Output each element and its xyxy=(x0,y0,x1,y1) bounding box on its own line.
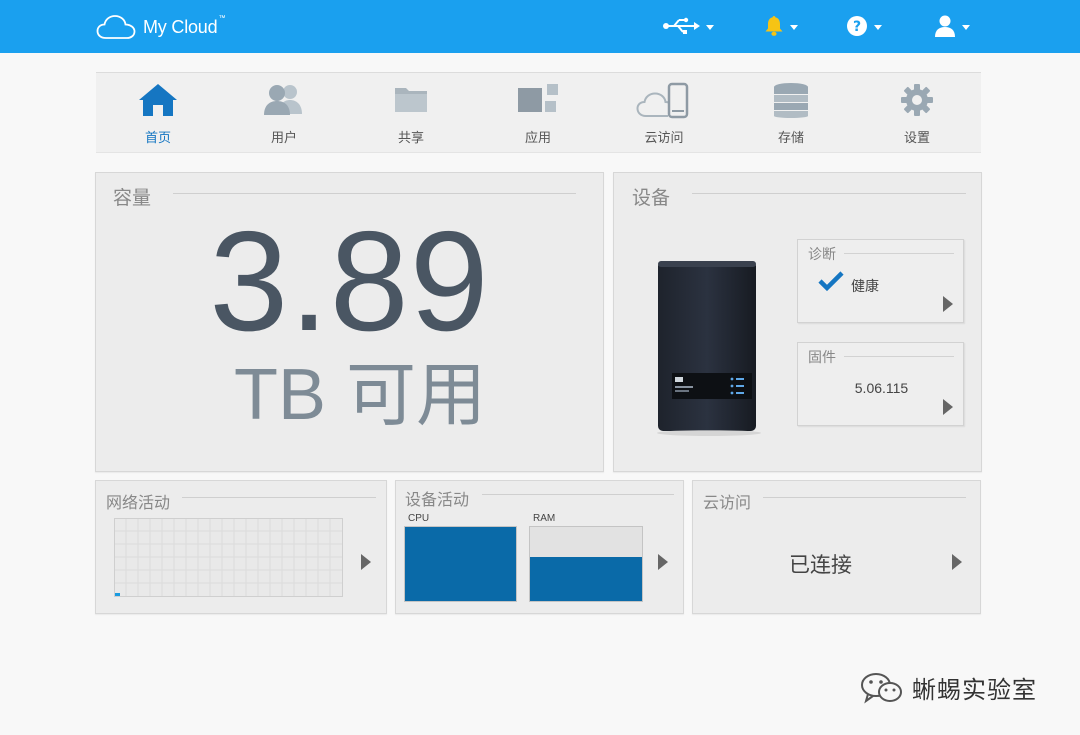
capacity-unit-label: 可用 xyxy=(346,354,487,436)
device-title: 设备 xyxy=(632,187,671,209)
caret-down-icon xyxy=(962,24,970,30)
cloud-access-title: 云访问 xyxy=(703,493,752,512)
svg-text:?: ? xyxy=(853,19,861,35)
nav-label: 设置 xyxy=(903,131,930,146)
divider xyxy=(182,497,376,498)
capacity-unit-line: TB 可用 xyxy=(234,355,486,435)
caret-down-icon xyxy=(790,24,798,30)
nav-item-shares[interactable]: 共享 xyxy=(361,73,461,153)
nav-item-settings[interactable]: 设置 xyxy=(867,73,967,153)
help-menu[interactable]: ? xyxy=(846,12,882,40)
wechat-icon xyxy=(861,672,902,703)
checkmark-icon xyxy=(818,271,844,292)
chevron-right-icon[interactable] xyxy=(952,554,962,570)
firmware-card[interactable]: 固件 5.06.115 xyxy=(797,342,964,426)
diagnostics-status: 健康 xyxy=(851,279,879,295)
firmware-title: 固件 xyxy=(808,350,836,366)
ram-usage-meter xyxy=(529,526,643,602)
device-activity-title: 设备活动 xyxy=(405,490,470,509)
notifications-menu[interactable] xyxy=(764,12,798,40)
capacity-title: 容量 xyxy=(113,187,152,209)
watermark: 蜥蜴实验室 xyxy=(860,670,1037,705)
diagnostics-card[interactable]: 诊断 健康 xyxy=(797,239,964,323)
device-activity-panel[interactable]: 设备活动 CPU RAM xyxy=(395,480,684,614)
caret-down-icon xyxy=(706,24,714,30)
chevron-right-icon[interactable] xyxy=(943,296,953,312)
users-icon xyxy=(264,85,302,115)
nav-label: 存储 xyxy=(777,131,804,146)
home-icon xyxy=(139,84,177,116)
shares-icon xyxy=(395,88,427,112)
top-bar: My Cloud™ ? xyxy=(0,0,1080,53)
chevron-right-icon[interactable] xyxy=(658,554,668,570)
cloud-logo-icon xyxy=(96,15,136,39)
divider xyxy=(482,494,674,495)
nas-device-image xyxy=(657,261,761,436)
nav-label: 云访问 xyxy=(644,131,684,146)
capacity-unit: TB xyxy=(234,355,327,435)
diagnostics-title: 诊断 xyxy=(808,247,836,263)
device-panel: 设备 诊断 健康 固件 5.06.115 xyxy=(613,172,982,472)
ram-label: RAM xyxy=(533,513,556,524)
divider xyxy=(692,193,966,194)
divider xyxy=(173,193,576,194)
cpu-usage-meter xyxy=(404,526,517,602)
main-nav: 首页 用户 共享 应用 云访问 存储 设置 xyxy=(96,72,981,153)
usb-menu[interactable] xyxy=(662,12,714,40)
divider xyxy=(763,497,966,498)
capacity-value: 3.89 xyxy=(209,202,490,361)
cpu-label: CPU xyxy=(408,513,430,524)
network-activity-panel[interactable]: 网络活动 xyxy=(95,480,387,614)
nav-label: 首页 xyxy=(144,131,171,146)
divider xyxy=(844,253,954,254)
nav-item-storage[interactable]: 存储 xyxy=(741,73,841,153)
nav-label: 共享 xyxy=(397,131,424,146)
user-icon xyxy=(935,15,955,37)
network-title: 网络活动 xyxy=(106,493,171,512)
nav-item-apps[interactable]: 应用 xyxy=(488,73,588,153)
chevron-right-icon[interactable] xyxy=(943,399,953,415)
help-icon: ? xyxy=(847,16,867,36)
network-activity-graph xyxy=(114,518,343,597)
account-menu[interactable] xyxy=(934,12,970,40)
cloud-access-panel[interactable]: 云访问 已连接 xyxy=(692,480,981,614)
caret-down-icon xyxy=(874,24,882,30)
settings-icon xyxy=(901,84,933,116)
ram-usage-fill xyxy=(530,556,642,601)
cloud-access-icon xyxy=(636,82,689,119)
cloud-access-status: 已连接 xyxy=(789,553,852,577)
nav-label: 应用 xyxy=(524,131,551,146)
capacity-panel[interactable]: 容量 3.89 TB 可用 xyxy=(95,172,604,472)
watermark-text: 蜥蜴实验室 xyxy=(912,676,1037,704)
apps-icon xyxy=(518,84,558,112)
usb-icon xyxy=(663,17,700,34)
firmware-version: 5.06.115 xyxy=(854,380,909,396)
nav-item-cloud-access[interactable]: 云访问 xyxy=(614,73,714,153)
nav-item-home[interactable]: 首页 xyxy=(108,73,208,153)
cpu-usage-fill xyxy=(405,527,516,601)
storage-icon xyxy=(774,83,808,118)
nav-label: 用户 xyxy=(270,131,297,146)
bell-icon xyxy=(765,16,783,36)
divider xyxy=(844,356,954,357)
nav-item-users[interactable]: 用户 xyxy=(234,73,334,153)
brand-name: My Cloud™ xyxy=(143,14,226,37)
chevron-right-icon[interactable] xyxy=(361,554,371,570)
brand-logo[interactable]: My Cloud™ xyxy=(96,13,225,41)
